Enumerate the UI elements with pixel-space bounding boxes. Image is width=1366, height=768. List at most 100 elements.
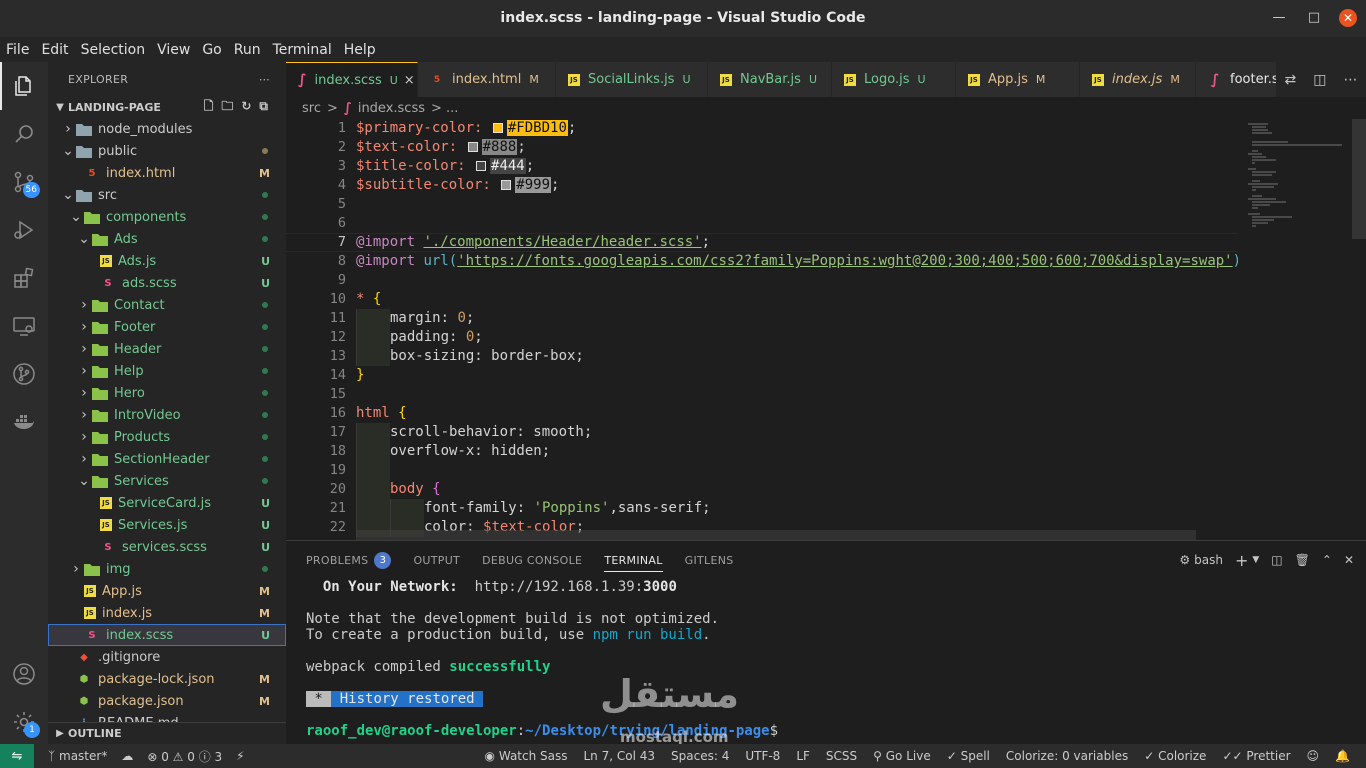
color-swatch-primary[interactable] [492, 123, 503, 133]
spell-check[interactable]: ✓ Spell [947, 749, 990, 763]
feedback-icon[interactable]: ☺ [1307, 749, 1320, 763]
horizontal-scrollbar[interactable] [356, 530, 1196, 540]
remote-explorer-icon[interactable] [12, 314, 36, 338]
tree-item[interactable]: ⌄ src [48, 184, 286, 206]
breadcrumb-file[interactable]: index.scss [358, 101, 425, 116]
tab-debug-console[interactable]: DEBUG CONSOLE [482, 541, 582, 579]
chevron-down-icon[interactable]: ▼ [1252, 555, 1259, 565]
menu-selection[interactable]: Selection [81, 42, 146, 58]
maximize-panel-icon[interactable]: ⌃ [1322, 553, 1332, 567]
menu-view[interactable]: View [157, 42, 190, 58]
sync-icon[interactable]: ☁ [121, 749, 133, 763]
tree-item[interactable]: Sindex.scss U [48, 624, 286, 646]
tree-item[interactable]: › node_modules [48, 118, 286, 140]
tree-item[interactable]: › Products [48, 426, 286, 448]
split-editor-icon[interactable]: ◫ [1313, 72, 1326, 88]
vertical-scrollbar[interactable] [1352, 119, 1366, 239]
tree-item[interactable]: ◆ .gitignore [48, 646, 286, 668]
tree-item[interactable]: › SectionHeader [48, 448, 286, 470]
menu-terminal[interactable]: Terminal [273, 42, 332, 58]
color-swatch-subtitle[interactable] [501, 180, 512, 190]
go-live[interactable]: ⚲ Go Live [873, 749, 931, 763]
cursor-position[interactable]: Ln 7, Col 43 [584, 749, 656, 763]
minimap[interactable] [1238, 119, 1366, 540]
code-content[interactable]: $primary-color: #FDBD10; $text-color: #8… [356, 119, 1241, 537]
run-debug-icon[interactable] [12, 218, 36, 242]
trash-icon[interactable]: 🗑 [1295, 553, 1310, 567]
tree-item[interactable]: ⌄ components [48, 206, 286, 228]
menu-help[interactable]: Help [344, 42, 376, 58]
tree-item[interactable]: JS ServiceCard.js U [48, 492, 286, 514]
tree-item[interactable]: JS index.js M [48, 602, 286, 624]
settings-gear-icon[interactable]: 1 [12, 710, 40, 738]
problems-summary[interactable]: ⊗ 0 ⚠ 0 ⓘ 3 [147, 748, 222, 765]
watch-sass[interactable]: ◉ Watch Sass [485, 749, 568, 763]
minimize-button[interactable]: — [1270, 9, 1288, 27]
colorize-variables[interactable]: Colorize: 0 variables [1006, 749, 1128, 763]
tab-problems[interactable]: PROBLEMS 3 [306, 541, 392, 579]
outline-section[interactable]: ▶ OUTLINE [48, 722, 286, 744]
close-panel-icon[interactable]: ✕ [1344, 553, 1354, 567]
breadcrumb-src[interactable]: src [302, 101, 321, 116]
breadcrumb-more[interactable]: > ... [431, 101, 458, 116]
project-root[interactable]: ▼ LANDING-PAGE 🗋🗀↻⧉ [48, 96, 286, 118]
close-tab-icon[interactable]: × [404, 73, 415, 88]
more-icon[interactable]: ⋯ [1343, 72, 1357, 88]
tab-logo-js[interactable]: JS Logo.js U [832, 62, 956, 97]
import-path[interactable]: './components/Header/header.scss' [423, 234, 701, 250]
tree-item[interactable]: › Header [48, 338, 286, 360]
tree-item[interactable]: Sads.scss U [48, 272, 286, 294]
tree-item[interactable]: ⌄ Ads [48, 228, 286, 250]
code-editor[interactable]: 1 2 3 4 5 6 7 8 9 10 11 12 13 14 15 16 17 18 19 20 21 22 $pri… [286, 119, 1366, 540]
tab-sociallinks-js[interactable]: JS SocialLinks.js U [556, 62, 708, 97]
search-icon[interactable] [12, 122, 36, 146]
end-of-line[interactable]: LF [796, 749, 810, 763]
indentation[interactable]: Spaces: 4 [671, 749, 729, 763]
accounts-icon[interactable] [12, 662, 36, 686]
tree-item[interactable]: › Hero [48, 382, 286, 404]
colorize[interactable]: ✓ Colorize [1144, 749, 1206, 763]
menu-go[interactable]: Go [202, 42, 221, 58]
tree-item[interactable]: ⌄ Services [48, 470, 286, 492]
shell-selector[interactable]: bash [1194, 553, 1223, 567]
close-window-button[interactable]: ✕ [1339, 9, 1357, 27]
network-url[interactable]: http://192.168.1.39: [475, 579, 644, 595]
tab-output[interactable]: OUTPUT [413, 541, 460, 579]
explorer-actions[interactable]: 🗋🗀↻⧉ [204, 97, 276, 118]
tree-item[interactable]: ⌄ public [48, 140, 286, 162]
tree-item[interactable]: JS Ads.js U [48, 250, 286, 272]
tree-item[interactable]: Sservices.scss U [48, 536, 286, 558]
remote-indicator-icon[interactable]: ⇋ [0, 744, 34, 768]
language-mode[interactable]: SCSS [826, 749, 857, 763]
compare-icon[interactable]: ⇄ [1285, 72, 1297, 88]
tree-item[interactable]: › Footer [48, 316, 286, 338]
tab-gitlens[interactable]: GITLENS [685, 541, 734, 579]
tree-item[interactable]: JS Services.js U [48, 514, 286, 536]
encoding[interactable]: UTF-8 [745, 749, 780, 763]
tree-item[interactable]: › Contact [48, 294, 286, 316]
prettier[interactable]: ✓✓ Prettier [1222, 749, 1290, 763]
tab-terminal[interactable]: TERMINAL [604, 541, 664, 579]
maximize-button[interactable]: □ [1305, 9, 1323, 27]
notifications-bell-icon[interactable]: 🔔 [1335, 749, 1350, 763]
docker-icon[interactable] [12, 410, 36, 434]
explorer-icon[interactable] [0, 62, 36, 110]
tree-item[interactable]: ⬢ package.json M [48, 690, 286, 712]
tab-app-js[interactable]: JS App.js M [956, 62, 1080, 97]
font-url[interactable]: 'https://fonts.googleapis.com/css2?famil… [457, 253, 1232, 269]
menu-run[interactable]: Run [234, 42, 261, 58]
source-control-icon[interactable]: 56 [12, 170, 40, 198]
tree-item[interactable]: › img [48, 558, 286, 580]
color-swatch-text[interactable] [467, 142, 478, 152]
tab-navbar-js[interactable]: JS NavBar.js U [708, 62, 832, 97]
more-actions-icon[interactable]: ⋯ [259, 73, 270, 86]
tree-item[interactable]: ⬢ package-lock.json M [48, 668, 286, 690]
tree-item[interactable]: › IntroVideo [48, 404, 286, 426]
extensions-icon[interactable] [12, 266, 36, 290]
menu-file[interactable]: File [6, 42, 29, 58]
lightning-icon[interactable]: ⚡ [236, 749, 244, 763]
git-branch[interactable]: ᛉ master* [48, 749, 107, 763]
new-terminal-icon[interactable]: + [1235, 551, 1248, 570]
tree-item[interactable]: › Help [48, 360, 286, 382]
color-swatch-title[interactable] [476, 161, 487, 171]
